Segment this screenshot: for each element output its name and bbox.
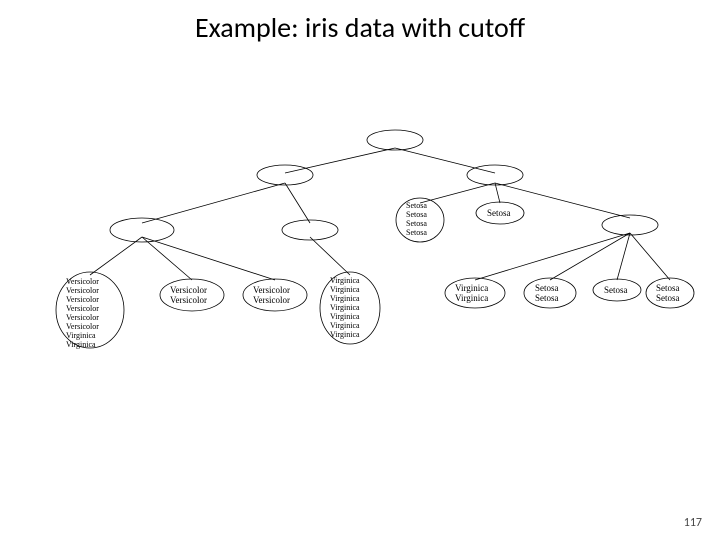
svg-text:Setosa: Setosa [406, 228, 427, 237]
svg-text:Versicolor: Versicolor [66, 295, 99, 304]
leaf-5: Setosa Setosa Setosa Setosa [396, 198, 444, 242]
svg-text:Virginica: Virginica [330, 303, 360, 312]
internal-right [467, 165, 523, 185]
svg-text:Setosa: Setosa [406, 201, 427, 210]
svg-text:Setosa: Setosa [656, 293, 680, 303]
svg-text:Virginica: Virginica [66, 340, 96, 349]
svg-text:Virginica: Virginica [330, 285, 360, 294]
svg-text:Versicolor: Versicolor [66, 304, 99, 313]
internal-ll [110, 218, 174, 242]
leaf-2: Versicolor Versicolor [160, 279, 224, 311]
internal-left [257, 165, 313, 185]
tree-edges [90, 148, 670, 280]
svg-text:Setosa: Setosa [656, 283, 680, 293]
svg-text:Virginica: Virginica [66, 331, 96, 340]
leaf-10: Setosa Setosa [646, 278, 694, 308]
leaf-3: Versicolor Versicolor [243, 279, 307, 311]
leaf-6: Setosa [476, 202, 524, 224]
svg-text:Setosa: Setosa [406, 219, 427, 228]
svg-text:Versicolor: Versicolor [253, 295, 290, 305]
svg-text:Versicolor: Versicolor [170, 295, 207, 305]
svg-text:Virginica: Virginica [330, 321, 360, 330]
svg-text:Setosa: Setosa [487, 208, 511, 218]
svg-text:Virginica: Virginica [330, 330, 360, 339]
svg-text:Versicolor: Versicolor [66, 286, 99, 295]
svg-text:Versicolor: Versicolor [170, 285, 207, 295]
svg-text:Versicolor: Versicolor [66, 277, 99, 286]
svg-text:Setosa: Setosa [406, 210, 427, 219]
root-node [367, 130, 423, 150]
internal-nodes [110, 130, 658, 242]
leaf-1: Versicolor Versicolor Versicolor Versico… [56, 272, 124, 349]
svg-text:Setosa: Setosa [604, 285, 628, 295]
svg-text:Setosa: Setosa [535, 293, 559, 303]
svg-text:Versicolor: Versicolor [253, 285, 290, 295]
dendrogram-diagram: Versicolor Versicolor Versicolor Versico… [0, 0, 720, 540]
svg-text:Versicolor: Versicolor [66, 322, 99, 331]
svg-text:Setosa: Setosa [535, 283, 559, 293]
leaf-8: Setosa Setosa [524, 278, 576, 308]
leaf-4: Virginica Virginica Virginica Virginica … [320, 272, 380, 344]
leaf-7: Virginica Virginica [445, 278, 505, 308]
leaf-9: Setosa [593, 279, 641, 301]
svg-text:Virginica: Virginica [330, 312, 360, 321]
svg-text:Virginica: Virginica [455, 293, 488, 303]
svg-text:Virginica: Virginica [330, 294, 360, 303]
svg-text:Virginica: Virginica [330, 276, 360, 285]
svg-text:Versicolor: Versicolor [66, 313, 99, 322]
svg-text:Virginica: Virginica [455, 283, 488, 293]
